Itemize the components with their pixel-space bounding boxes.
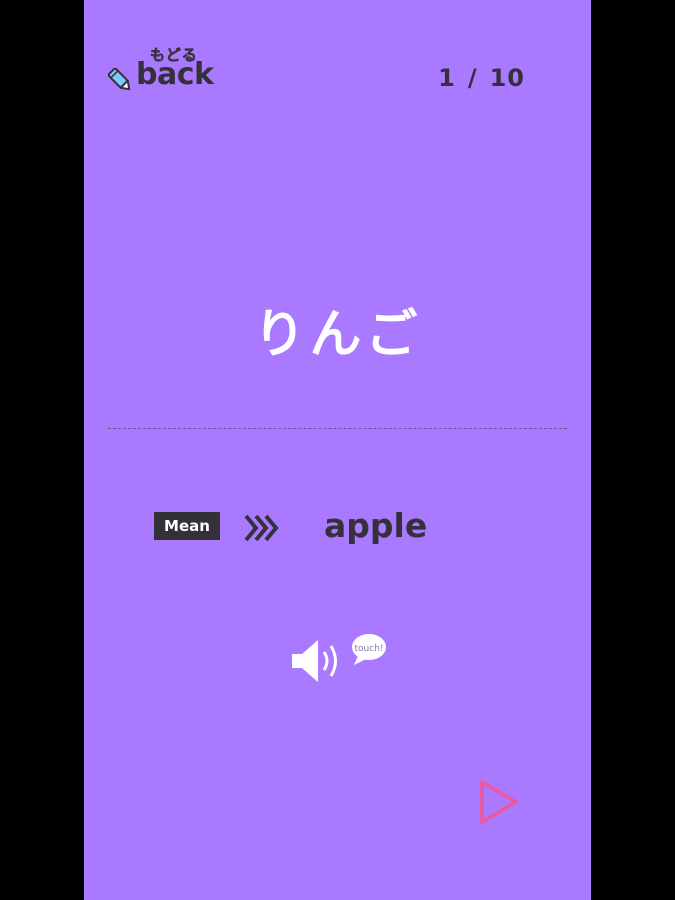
pencil-icon <box>107 67 131 91</box>
next-button[interactable] <box>476 778 522 826</box>
chevron-double-right-icon <box>244 514 279 542</box>
dashed-divider <box>108 428 567 429</box>
meaning-row: Mean apple <box>154 506 534 548</box>
vocab-word: りんご <box>253 305 422 365</box>
counter-total: 10 <box>489 64 525 92</box>
back-button[interactable]: もどる back <box>104 44 234 100</box>
flashcard-screen: もどる back 1 / 10 りんご Mean apple touch! <box>84 0 591 900</box>
back-label: back <box>136 57 214 92</box>
play-arrow-icon <box>480 780 518 824</box>
speech-bubble-icon: touch! <box>352 634 386 665</box>
meaning-text: apple <box>324 506 428 545</box>
bubble-text: touch! <box>355 644 384 654</box>
progress-counter: 1 / 10 <box>438 64 525 92</box>
counter-separator: / <box>467 64 478 92</box>
play-sound-button[interactable]: touch! <box>288 632 388 690</box>
mean-badge: Mean <box>154 512 220 540</box>
counter-current: 1 <box>438 64 456 92</box>
